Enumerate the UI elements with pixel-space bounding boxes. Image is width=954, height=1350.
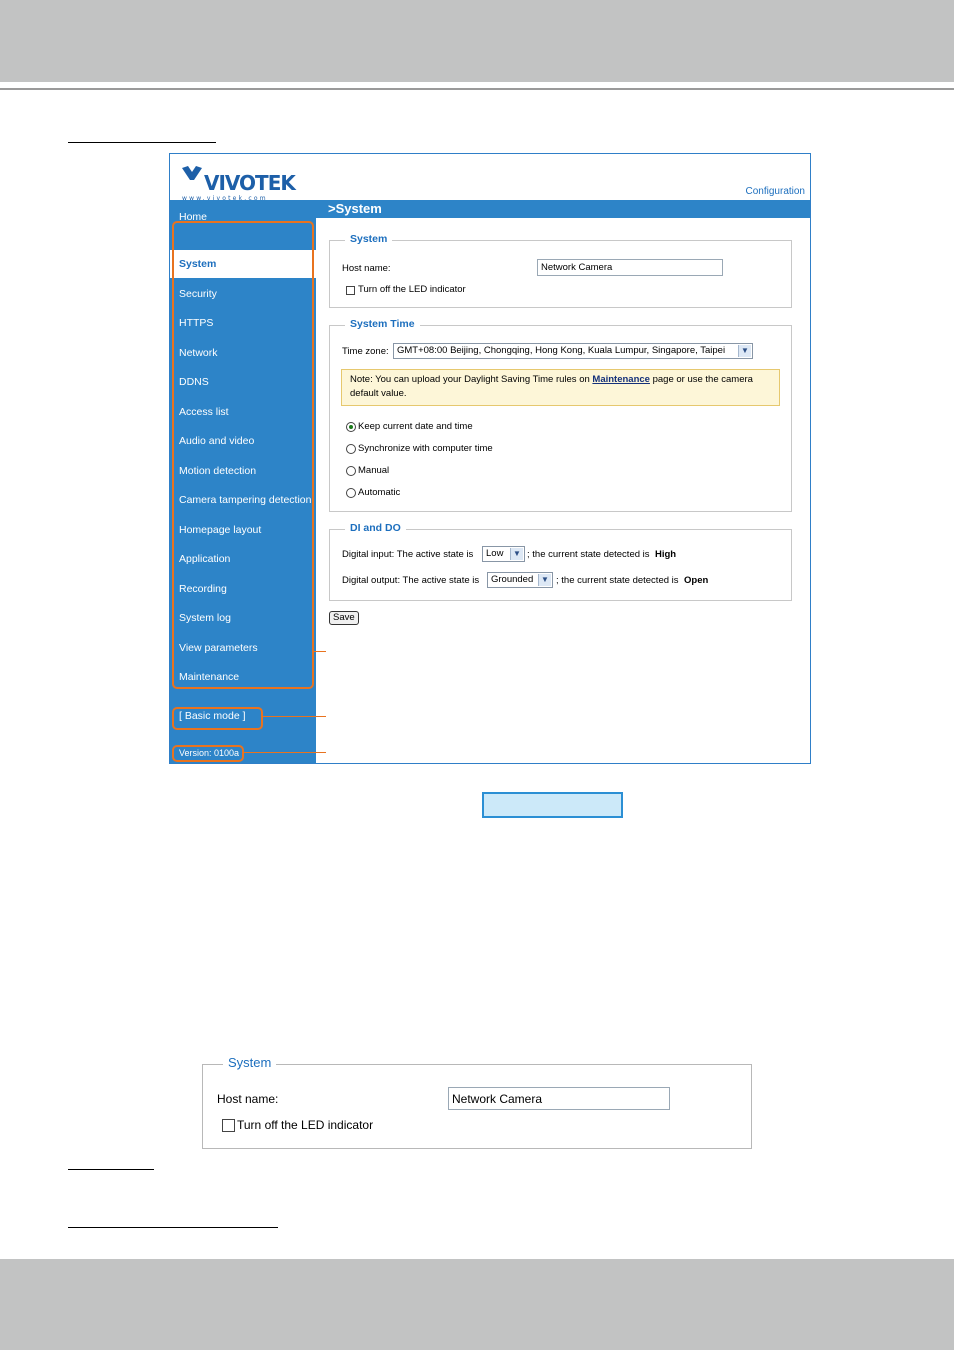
di-do-legend: DI and DO — [345, 522, 406, 534]
host-name-label: Host name: — [342, 263, 391, 274]
chevron-down-icon: ▼ — [510, 548, 523, 560]
system-legend-zoomed: System — [223, 1055, 277, 1070]
maintenance-link[interactable]: Maintenance — [592, 374, 650, 385]
header-divider — [0, 88, 954, 90]
heading-underline-2 — [68, 1169, 154, 1170]
host-name-label-zoomed: Host name: — [217, 1092, 279, 1106]
heading-underline — [68, 142, 216, 143]
page-title: >System — [316, 200, 810, 218]
di-do-fieldset: DI and DO Digital input: The active stat… — [329, 522, 792, 601]
radio-keep-current[interactable] — [346, 422, 356, 432]
page-header-band — [0, 0, 954, 82]
radio-sync-computer[interactable] — [346, 444, 356, 454]
di-suffix: ; the current state detected is — [527, 549, 650, 560]
callout-line-version — [243, 752, 326, 753]
keep-current-label: Keep current date and time — [358, 421, 473, 432]
radio-manual[interactable] — [346, 466, 356, 476]
save-button[interactable]: Save — [329, 611, 359, 625]
menu-highlight-box — [172, 221, 314, 689]
di-prefix: Digital input: The active state is — [342, 549, 474, 560]
do-state-select[interactable]: Grounded ▼ — [487, 572, 553, 588]
automatic-label: Automatic — [358, 487, 401, 498]
host-name-input[interactable] — [537, 259, 723, 276]
page-footer-band — [0, 1259, 954, 1350]
led-checkbox-zoomed[interactable] — [222, 1119, 235, 1132]
time-zone-value: GMT+08:00 Beijing, Chongqing, Hong Kong,… — [397, 345, 726, 356]
time-zone-label: Time zone: — [342, 346, 389, 357]
led-checkbox[interactable] — [346, 286, 355, 295]
di-current-state: High — [655, 549, 677, 560]
system-fieldset: System Host name: Turn off the LED indic… — [329, 233, 792, 308]
di-state-select[interactable]: Low ▼ — [482, 546, 525, 562]
chevron-down-icon: ▼ — [738, 345, 751, 357]
chevron-down-icon: ▼ — [538, 574, 551, 586]
svg-text:VIVOTEK: VIVOTEK — [204, 171, 297, 195]
firmware-version: Version: 0100a — [179, 748, 240, 758]
system-time-legend: System Time — [345, 318, 420, 330]
heading-underline-3 — [68, 1227, 278, 1228]
dst-note: Note: You can upload your Daylight Savin… — [341, 369, 780, 406]
radio-automatic[interactable] — [346, 488, 356, 498]
led-label: Turn off the LED indicator — [358, 284, 466, 295]
callout-line-basic-mode — [262, 716, 326, 717]
config-window: VIVOTEK www.vivotek.com Configuration >S… — [169, 153, 811, 764]
do-suffix: ; the current state detected is — [556, 575, 679, 586]
system-fieldset-zoomed: System Host name: Turn off the LED indic… — [202, 1055, 752, 1149]
basic-mode-link[interactable]: [ Basic mode ] — [179, 710, 246, 722]
blue-highlight-box — [482, 792, 623, 818]
system-time-fieldset: System Time Time zone: GMT+08:00 Beijing… — [329, 318, 792, 512]
manual-label: Manual — [358, 465, 390, 476]
callout-line-menu — [313, 651, 326, 652]
host-name-input-zoomed[interactable] — [448, 1087, 670, 1110]
system-legend: System — [345, 233, 393, 245]
led-label-zoomed: Turn off the LED indicator — [237, 1118, 374, 1132]
do-prefix: Digital output: The active state is — [342, 575, 480, 586]
configuration-link[interactable]: Configuration — [746, 186, 805, 197]
sync-computer-label: Synchronize with computer time — [358, 443, 493, 454]
vivotek-logo: VIVOTEK www.vivotek.com — [182, 166, 298, 202]
time-zone-select[interactable]: GMT+08:00 Beijing, Chongqing, Hong Kong,… — [393, 343, 753, 359]
do-current-state: Open — [684, 575, 709, 586]
